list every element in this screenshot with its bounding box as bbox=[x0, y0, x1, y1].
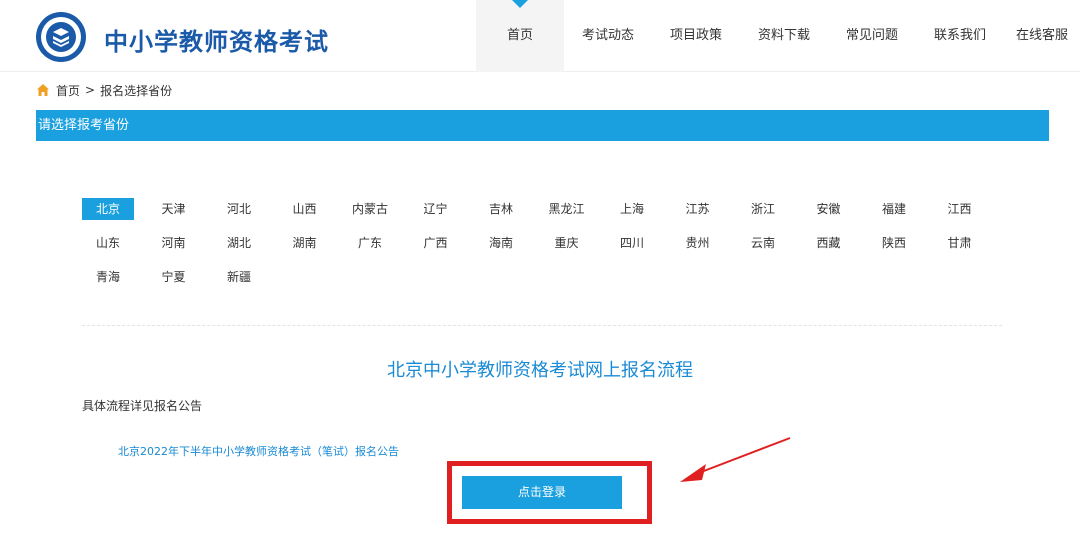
province-anhui[interactable]: 安徽 bbox=[803, 198, 855, 220]
province-row: 青海 宁夏 新疆 bbox=[82, 266, 1002, 300]
province-henan[interactable]: 河南 bbox=[148, 232, 200, 254]
province-gansu[interactable]: 甘肃 bbox=[934, 232, 986, 254]
province-hebei[interactable]: 河北 bbox=[213, 198, 265, 220]
flow-subtitle: 具体流程详见报名公告 bbox=[82, 399, 203, 413]
site-header: 中小学教师资格考试 首页 考试动态 项目政策 资料下载 常见问题 联系我们 在线… bbox=[0, 0, 1080, 72]
province-xinjiang[interactable]: 新疆 bbox=[213, 266, 265, 288]
province-shaanxi[interactable]: 陕西 bbox=[868, 232, 920, 254]
province-heilongjiang[interactable]: 黑龙江 bbox=[541, 198, 593, 220]
province-zhejiang[interactable]: 浙江 bbox=[737, 198, 789, 220]
province-jiangxi[interactable]: 江西 bbox=[934, 198, 986, 220]
main-nav: 首页 考试动态 项目政策 资料下载 常见问题 联系我们 在线客服 bbox=[476, 0, 1080, 72]
province-shandong[interactable]: 山东 bbox=[82, 232, 134, 254]
divider bbox=[82, 325, 1002, 326]
nav-online-service[interactable]: 在线客服 bbox=[1004, 0, 1080, 72]
province-jiangsu[interactable]: 江苏 bbox=[672, 198, 724, 220]
red-arrow-icon bbox=[680, 437, 791, 482]
province-hainan[interactable]: 海南 bbox=[475, 232, 527, 254]
nav-home[interactable]: 首页 bbox=[476, 0, 564, 72]
province-row: 山东 河南 湖北 湖南 广东 广西 海南 重庆 四川 贵州 云南 西藏 陕西 甘… bbox=[82, 232, 1002, 266]
province-guangxi[interactable]: 广西 bbox=[410, 232, 462, 254]
breadcrumb-home[interactable]: 首页 bbox=[56, 82, 80, 99]
province-guangdong[interactable]: 广东 bbox=[344, 232, 396, 254]
province-hunan[interactable]: 湖南 bbox=[279, 232, 331, 254]
province-chongqing[interactable]: 重庆 bbox=[541, 232, 593, 254]
province-shanghai[interactable]: 上海 bbox=[606, 198, 658, 220]
province-jilin[interactable]: 吉林 bbox=[475, 198, 527, 220]
nav-downloads[interactable]: 资料下载 bbox=[740, 0, 828, 72]
login-button[interactable]: 点击登录 bbox=[462, 476, 622, 509]
nav-faq[interactable]: 常见问题 bbox=[828, 0, 916, 72]
book-emblem-icon[interactable] bbox=[36, 12, 86, 62]
province-selector: 北京 天津 河北 山西 内蒙古 辽宁 吉林 黑龙江 上海 江苏 浙江 安徽 福建… bbox=[82, 198, 1002, 300]
province-fujian[interactable]: 福建 bbox=[868, 198, 920, 220]
breadcrumb-current: 报名选择省份 bbox=[100, 83, 173, 98]
province-liaoning[interactable]: 辽宁 bbox=[410, 198, 462, 220]
flow-title: 北京中小学教师资格考试网上报名流程 bbox=[387, 360, 693, 381]
province-row: 北京 天津 河北 山西 内蒙古 辽宁 吉林 黑龙江 上海 江苏 浙江 安徽 福建… bbox=[82, 198, 1002, 232]
breadcrumb: 首页 > 报名选择省份 bbox=[36, 80, 172, 100]
site-title[interactable]: 中小学教师资格考试 bbox=[104, 22, 329, 57]
province-hubei[interactable]: 湖北 bbox=[213, 232, 265, 254]
province-beijing[interactable]: 北京 bbox=[82, 198, 134, 220]
province-shanxi[interactable]: 山西 bbox=[279, 198, 331, 220]
province-tianjin[interactable]: 天津 bbox=[148, 198, 200, 220]
nav-policy[interactable]: 项目政策 bbox=[652, 0, 740, 72]
province-tibet[interactable]: 西藏 bbox=[803, 232, 855, 254]
nav-exam-news[interactable]: 考试动态 bbox=[564, 0, 652, 72]
province-qinghai[interactable]: 青海 bbox=[82, 266, 134, 288]
home-icon bbox=[37, 84, 49, 96]
province-sichuan[interactable]: 四川 bbox=[606, 232, 658, 254]
notice-link[interactable]: 北京2022年下半年中小学教师资格考试（笔试）报名公告 bbox=[118, 443, 399, 459]
breadcrumb-separator: > bbox=[85, 83, 96, 97]
province-yunnan[interactable]: 云南 bbox=[737, 232, 789, 254]
section-title-bar: 请选择报考省份 bbox=[36, 110, 1049, 141]
province-ningxia[interactable]: 宁夏 bbox=[148, 266, 200, 288]
nav-contact[interactable]: 联系我们 bbox=[916, 0, 1004, 72]
province-guizhou[interactable]: 贵州 bbox=[672, 232, 724, 254]
province-inner-mongolia[interactable]: 内蒙古 bbox=[344, 198, 396, 220]
